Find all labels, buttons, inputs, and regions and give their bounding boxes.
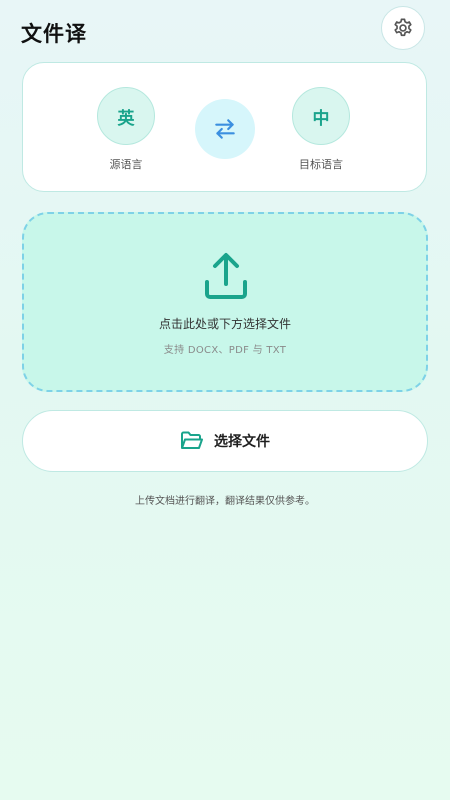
swap-languages-button[interactable] bbox=[195, 99, 255, 159]
source-language-label: 源语言 bbox=[109, 158, 143, 171]
app-header: 文件译 bbox=[0, 0, 450, 62]
select-file-button[interactable]: 选择文件 bbox=[22, 410, 428, 472]
drop-zone-title: 点击此处或下方选择文件 bbox=[158, 317, 291, 331]
disclaimer-note: 上传文档进行翻译，翻译结果仅供参考。 bbox=[135, 496, 315, 507]
file-drop-zone[interactable]: 点击此处或下方选择文件 支持 DOCX、PDF 与 TXT bbox=[22, 212, 428, 392]
source-language-code: 英 bbox=[117, 108, 135, 129]
language-selector-card: 英 源语言 中 目标语言 bbox=[22, 62, 427, 192]
app-title: 文件译 bbox=[21, 22, 87, 46]
folder-open-icon bbox=[181, 431, 203, 449]
gear-icon bbox=[394, 18, 412, 37]
settings-button[interactable] bbox=[381, 6, 425, 50]
select-file-label: 选择文件 bbox=[214, 434, 270, 450]
target-language-code: 中 bbox=[312, 108, 330, 129]
target-language-label: 目标语言 bbox=[299, 158, 343, 171]
upload-icon bbox=[205, 253, 247, 299]
supported-formats-hint: 支持 DOCX、PDF 与 TXT bbox=[163, 345, 287, 356]
swap-arrows-icon bbox=[215, 119, 235, 139]
source-language-button[interactable]: 英 bbox=[97, 87, 155, 145]
target-language-button[interactable]: 中 bbox=[292, 87, 350, 145]
